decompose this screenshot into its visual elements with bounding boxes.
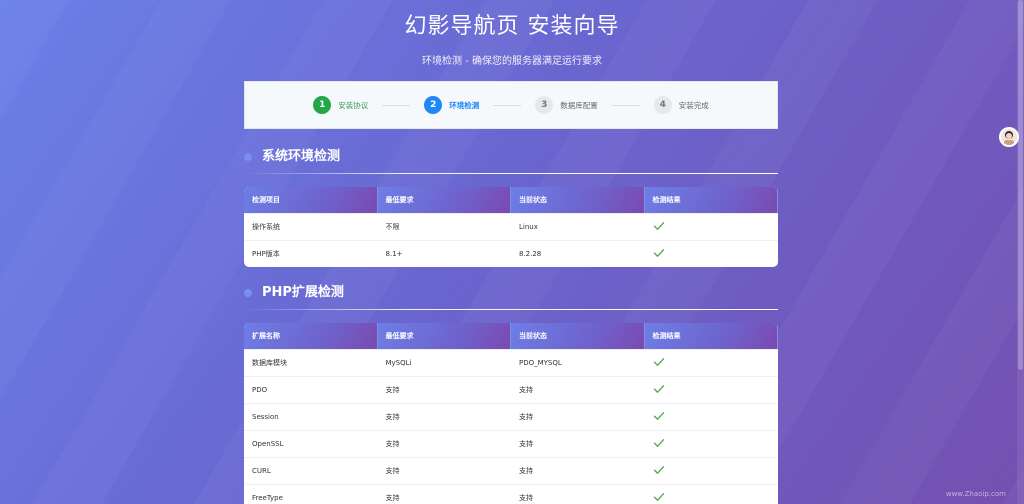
table-cell-name: OpenSSL <box>252 440 284 448</box>
watermark-text: www.Zhaoip.com <box>945 490 1006 498</box>
step-label: 安装完成 <box>678 100 709 110</box>
column-header: 扩展名称 <box>244 323 378 349</box>
section-divider <box>244 309 778 310</box>
page-scrollbar[interactable] <box>1017 0 1024 504</box>
table-cell-result <box>645 350 779 376</box>
step-complete: 4 安装完成 <box>653 96 709 114</box>
check-icon <box>653 357 664 366</box>
avatar-icon <box>1004 131 1014 145</box>
check-icon <box>653 248 664 257</box>
table-row: PDO 支持 支持 <box>244 376 778 403</box>
page-title: 幻影导航页 安装向导 <box>404 14 620 39</box>
section-divider <box>244 173 778 174</box>
table-cell-required: 支持 <box>385 413 400 421</box>
table-header: 检测项目 最低要求 当前状态 检测结果 <box>244 187 778 213</box>
step-number: 4 <box>653 96 672 114</box>
user-avatar[interactable] <box>999 127 1019 147</box>
step-env-check: 2 环境检测 <box>424 96 479 114</box>
page-subtitle: 环境检测 - 确保您的服务器满足运行要求 <box>422 56 602 67</box>
check-icon <box>653 384 664 393</box>
php-ext-section: PHP扩展检测 扩展名称 最低要求 当前状态 检测结果 数据库模块 MySQLi P… <box>244 283 778 504</box>
table-cell-required: 支持 <box>385 440 400 448</box>
table-cell-result <box>645 214 779 240</box>
bullet-dot-icon <box>244 289 252 297</box>
step-label: 安装协议 <box>338 100 369 110</box>
table-cell-required: 8.1+ <box>385 250 403 258</box>
system-env-table: 检测项目 最低要求 当前状态 检测结果 操作系统 不限 Linux PHP版本 8.1+… <box>244 187 778 267</box>
table-cell-current: 支持 <box>519 386 533 394</box>
table-cell-current: 8.2.28 <box>519 250 542 258</box>
table-header: 扩展名称 最低要求 当前状态 检测结果 <box>244 323 778 349</box>
step-connector <box>611 104 640 106</box>
table-cell-result <box>645 404 779 430</box>
table-cell-current: Linux <box>519 223 538 231</box>
table-row: CURL 支持 支持 <box>244 457 778 484</box>
table-cell-current: 支持 <box>519 467 533 475</box>
table-cell-name: PDO <box>252 386 268 394</box>
table-row: PHP版本 8.1+ 8.2.28 <box>244 240 778 267</box>
column-header: 当前状态 <box>511 187 645 213</box>
check-icon <box>653 221 664 230</box>
column-header: 检测项目 <box>244 187 378 213</box>
table-cell-required: MySQLi <box>385 359 412 367</box>
check-icon <box>653 492 664 501</box>
check-icon <box>653 465 664 474</box>
scrollbar-thumb[interactable] <box>1018 0 1023 370</box>
step-indicator: 1 安装协议 2 环境检测 3 数据库配置 4 安装完成 <box>244 81 778 129</box>
step-number: 1 <box>313 96 332 114</box>
step-number: 2 <box>424 96 443 114</box>
php-ext-table: 扩展名称 最低要求 当前状态 检测结果 数据库模块 MySQLi PDO_MYSQL… <box>244 323 778 504</box>
step-agreement: 1 安装协议 <box>313 96 368 114</box>
section-title-text: PHP扩展检测 <box>262 285 344 300</box>
step-connector <box>493 104 522 106</box>
check-icon <box>653 411 664 420</box>
section-title: 系统环境检测 <box>244 147 778 167</box>
table-cell-name: 操作系统 <box>252 223 280 231</box>
table-cell-name: 数据库模块 <box>252 359 287 367</box>
table-cell-result <box>645 485 779 504</box>
table-cell-name: Session <box>252 413 279 421</box>
column-header: 检测结果 <box>644 323 778 349</box>
column-header: 最低要求 <box>377 187 511 213</box>
table-cell-current: 支持 <box>519 494 533 502</box>
section-title: PHP扩展检测 <box>244 283 778 303</box>
page-header: 幻影导航页 安装向导 环境检测 - 确保您的服务器满足运行要求 <box>0 12 1024 67</box>
table-cell-name: CURL <box>252 467 271 475</box>
table-cell-result <box>645 458 779 484</box>
table-cell-name: FreeType <box>252 494 283 502</box>
step-connector <box>382 104 411 106</box>
step-database: 3 数据库配置 <box>535 96 598 114</box>
table-row: 数据库模块 MySQLi PDO_MYSQL <box>244 349 778 376</box>
check-icon <box>653 438 664 447</box>
table-row: 操作系统 不限 Linux <box>244 213 778 240</box>
section-title-text: 系统环境检测 <box>262 149 341 164</box>
table-row: FreeType 支持 支持 <box>244 484 778 504</box>
table-cell-required: 不限 <box>385 223 400 231</box>
table-cell-required: 支持 <box>385 467 400 475</box>
column-header: 检测结果 <box>644 187 778 213</box>
table-cell-required: 支持 <box>385 494 400 502</box>
table-cell-result <box>645 377 779 403</box>
table-row: OpenSSL 支持 支持 <box>244 430 778 457</box>
step-label: 数据库配置 <box>560 100 598 110</box>
bullet-dot-icon <box>244 153 252 161</box>
table-cell-required: 支持 <box>385 386 400 394</box>
table-cell-current: 支持 <box>519 413 533 421</box>
table-row: Session 支持 支持 <box>244 403 778 430</box>
table-cell-current: 支持 <box>519 440 533 448</box>
table-cell-current: PDO_MYSQL <box>519 359 562 367</box>
system-env-section: 系统环境检测 检测项目 最低要求 当前状态 检测结果 操作系统 不限 Linux PH… <box>244 147 778 267</box>
step-number: 3 <box>535 96 554 114</box>
install-container: 1 安装协议 2 环境检测 3 数据库配置 4 安装完成 系统环境检测 检测项目… <box>244 81 778 504</box>
step-label: 环境检测 <box>449 100 480 110</box>
table-cell-name: PHP版本 <box>252 250 280 258</box>
column-header: 当前状态 <box>511 323 645 349</box>
column-header: 最低要求 <box>377 323 511 349</box>
table-cell-result <box>645 431 779 457</box>
table-cell-result <box>645 241 779 267</box>
